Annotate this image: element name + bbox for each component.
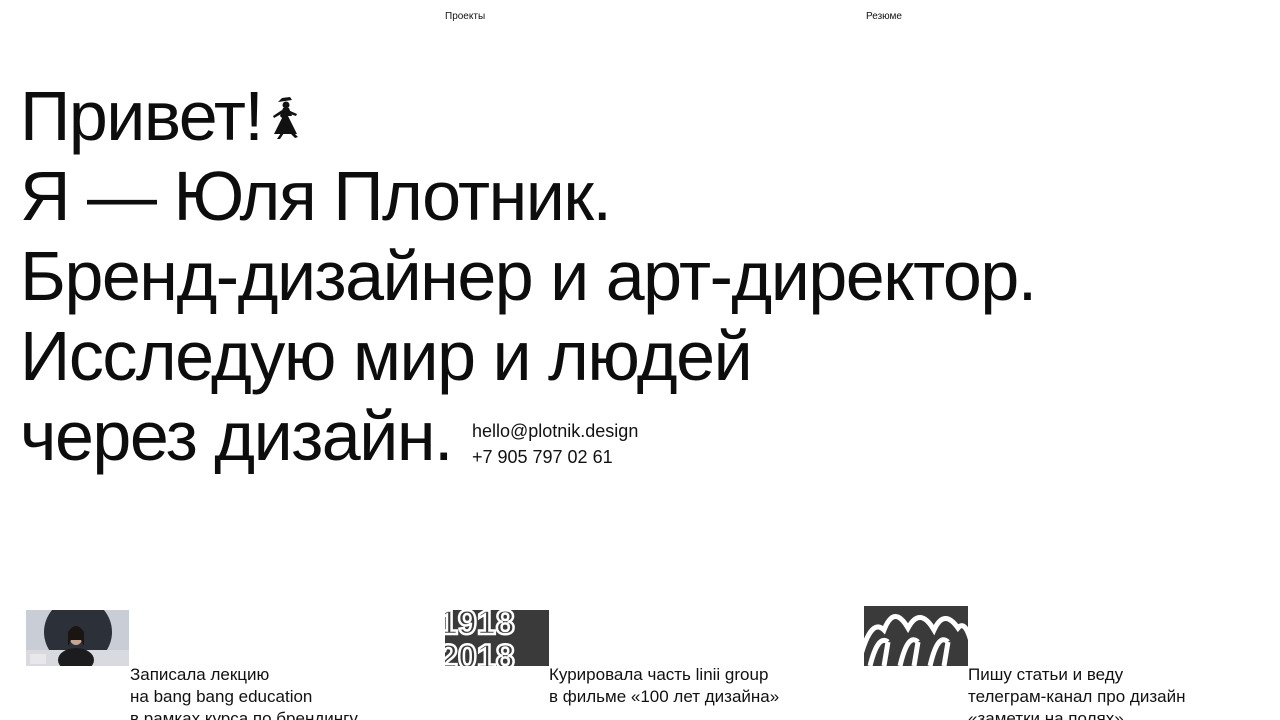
svg-text:2018: 2018 [445, 638, 515, 666]
card-line: в фильме «100 лет дизайна» [549, 687, 780, 706]
lecture-thumbnail[interactable] [26, 610, 129, 666]
hero-line-explore: Исследую мир и людей [20, 317, 753, 395]
card-film-text[interactable]: Курировала часть linii group в фильме «1… [549, 664, 779, 708]
hero-line-name: Я — Юля Плотник. [20, 157, 612, 235]
greeting-text: Привет! [20, 77, 264, 155]
film-thumbnail[interactable]: 1918 2018 [445, 610, 549, 670]
design-text: через дизайн. [20, 397, 453, 475]
hero-line-greeting: Привет! [20, 76, 1270, 156]
card-articles-text[interactable]: Пишу статьи и веду телеграм-канал про ди… [968, 664, 1185, 720]
hero-line-role: Бренд-дизайнер и арт-директор. [20, 237, 1037, 315]
arches-graphic [864, 606, 968, 666]
nav-projects-link[interactable]: Проекты [445, 11, 485, 22]
nav-resume-link[interactable]: Резюме [866, 11, 902, 22]
hero-line-design: через дизайн. hello@plotnik.design +7 90… [20, 396, 1270, 476]
1918-2018-graphic: 1918 2018 [445, 610, 549, 670]
hero-heading: Привет! Я — Юля Плотник. Бренд-дизайнер … [20, 76, 1270, 476]
walking-woman-icon [273, 97, 299, 139]
contacts-block: hello@plotnik.design +7 905 797 02 61 [472, 418, 638, 470]
card-line: в рамках курса по брендингу [130, 709, 358, 720]
card-line: «заметки на полях» [968, 709, 1124, 720]
email-link[interactable]: hello@plotnik.design [472, 418, 638, 444]
phone-link[interactable]: +7 905 797 02 61 [472, 444, 638, 470]
card-line: Пишу статьи и веду [968, 665, 1124, 684]
page: Проекты Резюме Привет! Я — Юля Плотник. … [0, 0, 1280, 720]
card-line: телеграм-канал про дизайн [968, 687, 1186, 706]
card-lecture-text[interactable]: Записала лекцию на bang bang education в… [130, 664, 358, 720]
card-line: Курировала часть linii group [549, 665, 769, 684]
card-line: Записала лекцию [130, 665, 270, 684]
card-line: на bang bang education [130, 687, 313, 706]
lecture-photo [26, 610, 129, 666]
articles-thumbnail[interactable] [864, 606, 968, 666]
